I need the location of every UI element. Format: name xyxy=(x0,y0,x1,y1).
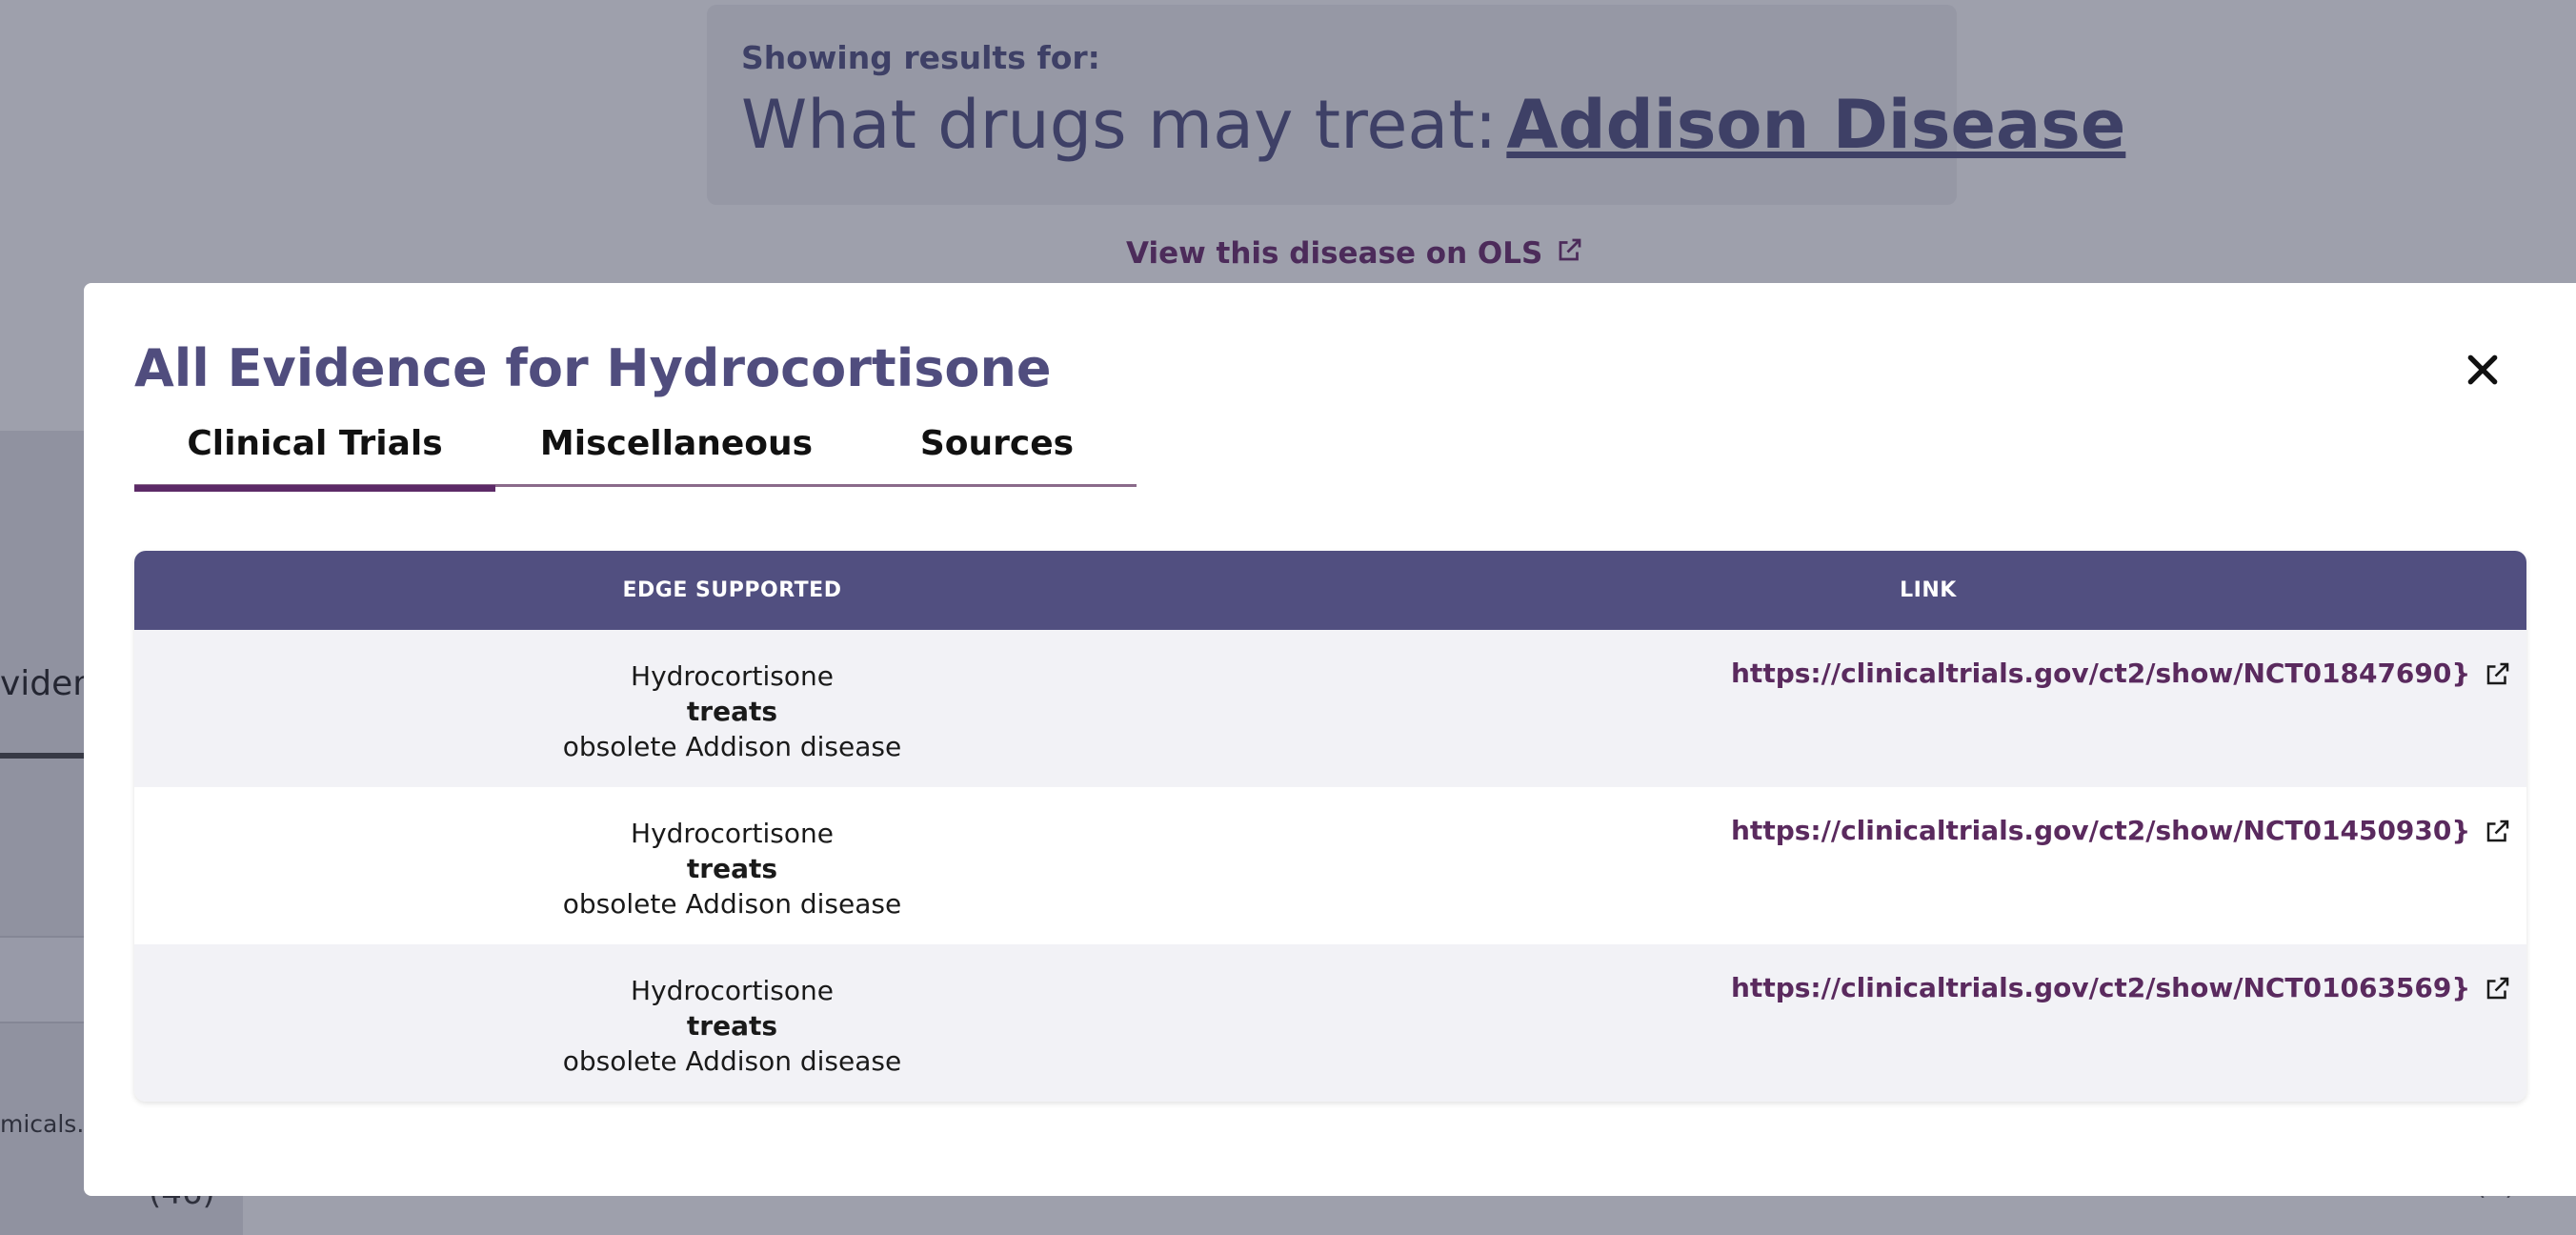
close-icon xyxy=(2467,354,2498,385)
table-row: Hydrocortisone treats obsolete Addison d… xyxy=(134,630,2526,787)
edge-subject: Hydrocortisone xyxy=(631,660,834,692)
clinical-trials-table: EDGE SUPPORTED LINK Hydrocortisone treat… xyxy=(134,551,2526,1102)
tab-miscellaneous[interactable]: Miscellaneous xyxy=(495,424,857,487)
table-row: Hydrocortisone treats obsolete Addison d… xyxy=(134,787,2526,944)
evidence-modal: All Evidence for Hydrocortisone Clinical… xyxy=(84,283,2576,1196)
column-header-edge-supported: EDGE SUPPORTED xyxy=(622,578,842,602)
table-row: Hydrocortisone treats obsolete Addison d… xyxy=(134,944,2526,1102)
link-cell: https://clinicaltrials.gov/ct2/show/NCT0… xyxy=(1330,944,2526,1003)
edge-predicate: treats xyxy=(686,1010,778,1042)
evidence-tabs: Clinical Trials Miscellaneous Sources xyxy=(134,424,1137,492)
edge-object: obsolete Addison disease xyxy=(562,731,902,762)
link-cell: https://clinicaltrials.gov/ct2/show/NCT0… xyxy=(1330,787,2526,846)
edge-subject: Hydrocortisone xyxy=(631,818,834,849)
external-link-icon[interactable] xyxy=(2484,974,2512,1002)
external-link-icon[interactable] xyxy=(2484,659,2512,688)
edge-supported-cell: Hydrocortisone treats obsolete Addison d… xyxy=(134,787,1330,921)
column-header-link: LINK xyxy=(1900,578,1957,602)
link-cell: https://clinicaltrials.gov/ct2/show/NCT0… xyxy=(1330,630,2526,689)
edge-predicate: treats xyxy=(686,853,778,884)
tab-clinical-trials[interactable]: Clinical Trials xyxy=(134,424,495,492)
table-header: EDGE SUPPORTED LINK xyxy=(134,551,2526,630)
clinical-trial-link[interactable]: https://clinicaltrials.gov/ct2/show/NCT0… xyxy=(1731,972,2470,1003)
modal-title: All Evidence for Hydrocortisone xyxy=(134,338,1052,398)
edge-predicate: treats xyxy=(686,696,778,727)
edge-object: obsolete Addison disease xyxy=(562,888,902,920)
edge-object: obsolete Addison disease xyxy=(562,1045,902,1077)
external-link-icon[interactable] xyxy=(2484,817,2512,845)
clinical-trial-link[interactable]: https://clinicaltrials.gov/ct2/show/NCT0… xyxy=(1731,658,2470,689)
close-button[interactable] xyxy=(2465,352,2501,388)
tab-sources[interactable]: Sources xyxy=(857,424,1137,487)
edge-supported-cell: Hydrocortisone treats obsolete Addison d… xyxy=(134,630,1330,764)
edge-supported-cell: Hydrocortisone treats obsolete Addison d… xyxy=(134,944,1330,1079)
clinical-trial-link[interactable]: https://clinicaltrials.gov/ct2/show/NCT0… xyxy=(1731,815,2470,846)
edge-subject: Hydrocortisone xyxy=(631,975,834,1006)
